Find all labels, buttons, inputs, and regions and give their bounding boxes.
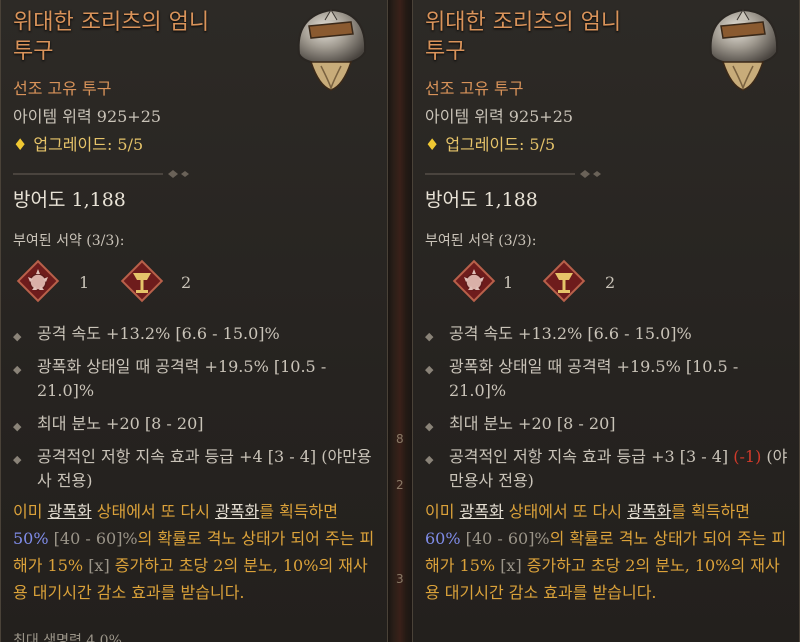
helm-icon xyxy=(297,8,367,91)
helm-icon xyxy=(709,8,779,91)
oath-emblem-spiked-icon xyxy=(452,259,496,303)
bullet-icon: ◆ xyxy=(13,330,22,343)
affix-attack-speed: 공격 속도 +13.2% [6.6 - 15.0]% xyxy=(449,324,692,343)
next-affix-cutoff: 최대 생명력 4.0% xyxy=(13,633,122,642)
multiplicative-tag: [x] xyxy=(88,556,110,575)
oath-emblem-chalice-icon xyxy=(542,259,586,303)
item-power: 아이템 위력 925+25 xyxy=(13,107,162,126)
bullet-icon: ◆ xyxy=(425,363,434,376)
bullet-icon: ◆ xyxy=(13,453,22,466)
affix-max-fury: 최대 분노 +20 [8 - 20] xyxy=(449,414,616,433)
armor-value: 방어도 1,188 xyxy=(425,189,538,211)
divider xyxy=(13,170,189,178)
bullet-icon: ◆ xyxy=(425,453,434,466)
armor-value: 방어도 1,188 xyxy=(13,189,126,211)
background-glyph: 2 xyxy=(396,478,404,492)
affix-aggressive-resistance: 공격적인 저항 지속 효과 등급 +4 [3 - 4] (야만용사 전용) xyxy=(37,447,372,490)
bullet-icon: ◆ xyxy=(425,420,434,433)
item-tooltip-current: 위대한 조리츠의 엄니 투구 선조 고유 투구 아이템 위력 925+25 ♦ 업… xyxy=(0,0,388,642)
oath-emblem-count: 2 xyxy=(605,273,616,292)
oath-emblem-spiked-icon xyxy=(16,259,60,303)
item-subtype: 선조 고유 투구 xyxy=(425,79,524,98)
legendary-value: 50% xyxy=(13,529,49,548)
oath-emblem-count: 2 xyxy=(181,273,192,292)
multiplicative-tag: [x] xyxy=(500,556,522,575)
bullet-icon: ◆ xyxy=(425,330,434,343)
keyword-berserking[interactable]: 광폭화 xyxy=(460,502,504,521)
item-subtype: 선조 고유 투구 xyxy=(13,79,112,98)
item-title: 위대한 조리츠의 엄니 투구 xyxy=(13,10,210,64)
oath-label: 부여된 서약 (3/3): xyxy=(425,233,537,249)
upgrade-count: ♦ 업그레이드: 5/5 xyxy=(425,135,556,154)
oath-emblem-chalice-icon xyxy=(120,259,164,303)
item-power: 아이템 위력 925+25 xyxy=(425,107,574,126)
legendary-power-text: 이미 광폭화 상태에서 또 다시 광폭화를 획득하면 60% [40 - 60]… xyxy=(425,502,787,602)
affix-berserk-damage: 광폭화 상태일 때 공격력 +19.5% [10.5 - 21.0]% xyxy=(449,357,739,400)
oath-label: 부여된 서약 (3/3): xyxy=(13,233,125,249)
upgrade-diamond-icon: ♦ xyxy=(13,135,28,154)
legendary-value: 60% xyxy=(425,529,461,548)
keyword-berserking[interactable]: 광폭화 xyxy=(627,502,671,521)
affix-attack-speed: 공격 속도 +13.2% [6.6 - 15.0]% xyxy=(37,324,280,343)
oath-emblem-count: 1 xyxy=(503,273,514,292)
keyword-berserking[interactable]: 광폭화 xyxy=(48,502,92,521)
upgrade-count: ♦ 업그레이드: 5/5 xyxy=(13,135,144,154)
keyword-berserking[interactable]: 광폭화 xyxy=(215,502,259,521)
affix-max-fury: 최대 분노 +20 [8 - 20] xyxy=(37,414,204,433)
affix-aggressive-resistance: 공격적인 저항 지속 효과 등급 +3 [3 - 4] (-1) (야만용사 전… xyxy=(449,447,788,490)
affix-delta-negative: (-1) xyxy=(733,447,762,466)
oath-emblem-count: 1 xyxy=(79,273,90,292)
background-between-cards xyxy=(388,0,412,642)
item-tooltip-compare: 위대한 조리츠의 엄니 투구 선조 고유 투구 아이템 위력 925+25 ♦ 업… xyxy=(412,0,800,642)
background-glyph: 3 xyxy=(396,572,404,586)
item-title: 위대한 조리츠의 엄니 투구 xyxy=(425,10,622,64)
legendary-power-text: 이미 광폭화 상태에서 또 다시 광폭화를 획득하면 50% [40 - 60]… xyxy=(13,502,375,602)
bullet-icon: ◆ xyxy=(13,420,22,433)
background-glyph: 8 xyxy=(396,432,404,446)
upgrade-diamond-icon: ♦ xyxy=(425,135,440,154)
divider xyxy=(425,170,601,178)
bullet-icon: ◆ xyxy=(13,363,22,376)
affix-berserk-damage: 광폭화 상태일 때 공격력 +19.5% [10.5 - 21.0]% xyxy=(37,357,327,400)
